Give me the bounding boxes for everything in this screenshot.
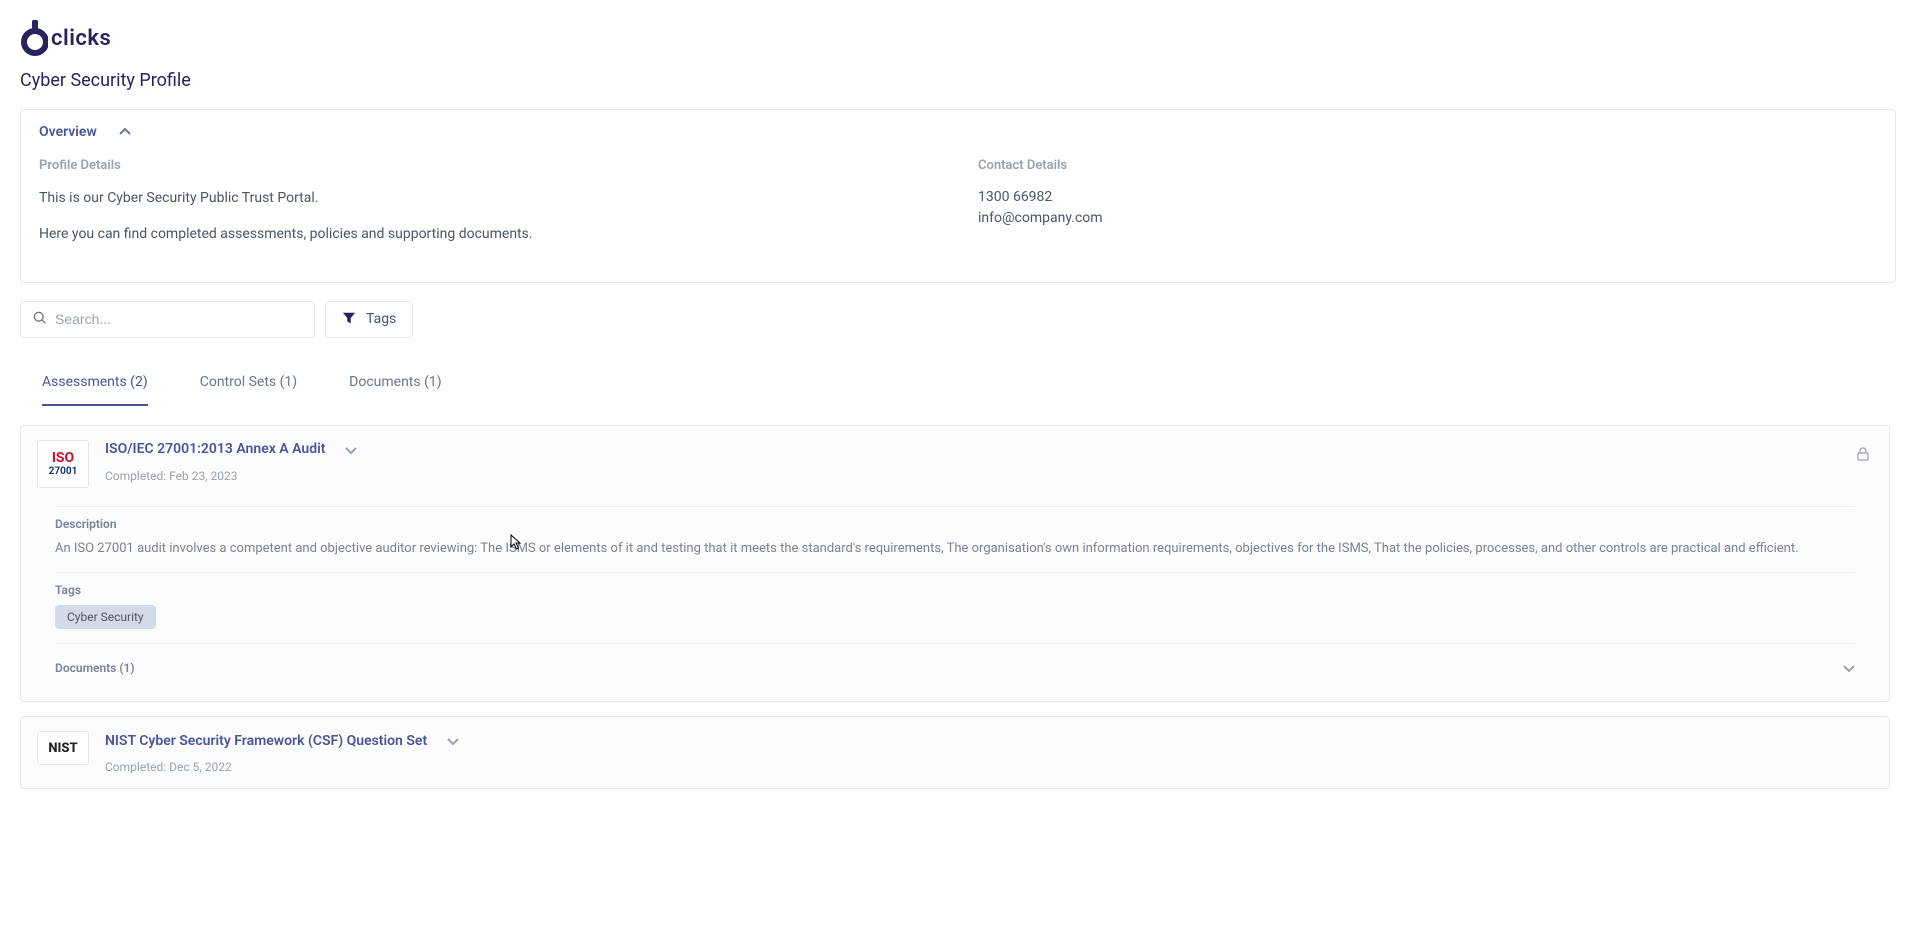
assessments-list[interactable]: ISO 27001 ISO/IEC 27001:2013 Annex A Aud…	[20, 425, 1896, 807]
tags-label: Tags	[55, 583, 1855, 597]
profile-line-2: Here you can find completed assessments,…	[39, 223, 938, 245]
chevron-up-icon	[119, 124, 131, 140]
brand-name: clicks	[51, 26, 111, 51]
tab-documents[interactable]: Documents (1)	[349, 368, 441, 406]
tabs: Assessments (2) Control Sets (1) Documen…	[20, 368, 1896, 407]
assessment-title: NIST Cyber Security Framework (CSF) Ques…	[105, 733, 427, 749]
tab-assessments[interactable]: Assessments (2)	[42, 368, 148, 406]
assessment-title-row[interactable]: ISO/IEC 27001:2013 Annex A Audit	[105, 440, 1873, 459]
assessment-card: ISO 27001 ISO/IEC 27001:2013 Annex A Aud…	[20, 425, 1890, 703]
search-input[interactable]	[55, 311, 302, 327]
assessment-title: ISO/IEC 27001:2013 Annex A Audit	[105, 441, 325, 457]
chevron-down-icon	[447, 731, 459, 750]
chevron-down-icon	[345, 440, 357, 459]
page-title: Cyber Security Profile	[20, 70, 1896, 91]
lock-icon	[1857, 446, 1869, 465]
overview-label: Overview	[39, 124, 97, 140]
tab-control-sets[interactable]: Control Sets (1)	[200, 368, 297, 406]
documents-toggle[interactable]: Documents (1)	[55, 643, 1855, 693]
assessment-completed-date: Completed: Feb 23, 2023	[105, 469, 1873, 483]
profile-details: Profile Details This is our Cyber Securi…	[39, 158, 938, 260]
brand-logo: clicks	[20, 20, 1896, 56]
description-label: Description	[55, 517, 1855, 531]
contact-details-label: Contact Details	[978, 158, 1877, 173]
contact-details: Contact Details 1300 66982 info@company.…	[978, 158, 1877, 260]
assessment-completed-date: Completed: Dec 5, 2022	[105, 760, 1873, 774]
search-icon	[33, 310, 47, 329]
overview-panel: Overview Profile Details This is our Cyb…	[20, 109, 1896, 283]
description-text: An ISO 27001 audit involves a competent …	[55, 539, 1855, 559]
tags-filter-label: Tags	[366, 311, 396, 327]
overview-toggle[interactable]: Overview	[39, 124, 1877, 140]
contact-email: info@company.com	[978, 208, 1877, 229]
profile-details-label: Profile Details	[39, 158, 938, 173]
nist-logo-icon: NIST	[37, 731, 89, 765]
documents-label: Documents (1)	[55, 661, 135, 675]
search-box[interactable]	[20, 301, 315, 338]
assessment-card: NIST NIST Cyber Security Framework (CSF)…	[20, 716, 1890, 789]
tag-chip[interactable]: Cyber Security	[55, 605, 156, 629]
assessment-title-row[interactable]: NIST Cyber Security Framework (CSF) Ques…	[105, 731, 1873, 750]
chevron-down-icon	[1843, 658, 1855, 677]
logo-mark-icon	[20, 20, 48, 56]
profile-line-1: This is our Cyber Security Public Trust …	[39, 187, 938, 209]
contact-phone: 1300 66982	[978, 187, 1877, 208]
iso-logo-icon: ISO 27001	[37, 440, 89, 488]
filter-icon	[342, 310, 356, 329]
tags-filter-button[interactable]: Tags	[325, 301, 413, 338]
